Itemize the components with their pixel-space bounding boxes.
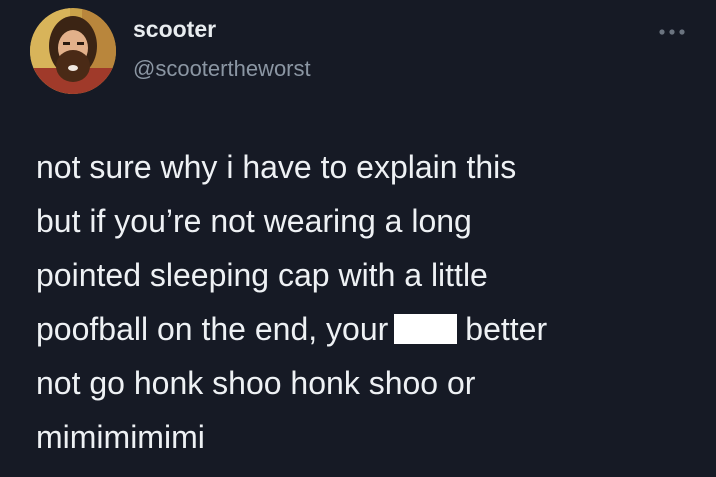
tweet-line: but if you’re not wearing a long bbox=[36, 203, 472, 239]
tweet-line-redacted: poofball on the end, your better bbox=[36, 302, 706, 356]
tweet-line-part: better bbox=[465, 311, 548, 347]
avatar[interactable] bbox=[30, 8, 116, 94]
tweet-text: not sure why i have to explain this but … bbox=[36, 140, 706, 464]
tweet-card: scooter @scootertheworst not sure why i … bbox=[0, 0, 716, 477]
tweet-line: pointed sleeping cap with a little bbox=[36, 257, 488, 293]
tweet-line: mimimimimi bbox=[36, 419, 205, 455]
redaction-box bbox=[394, 314, 458, 344]
tweet-line: not sure why i have to explain this bbox=[36, 149, 517, 185]
more-options-icon[interactable] bbox=[654, 24, 690, 40]
tweet-line: not go honk shoo honk shoo or bbox=[36, 365, 476, 401]
avatar-image bbox=[30, 8, 116, 94]
user-handle[interactable]: @scootertheworst bbox=[133, 56, 311, 82]
display-name[interactable]: scooter bbox=[133, 16, 216, 43]
tweet-line-part: poofball on the end, your bbox=[36, 311, 389, 347]
